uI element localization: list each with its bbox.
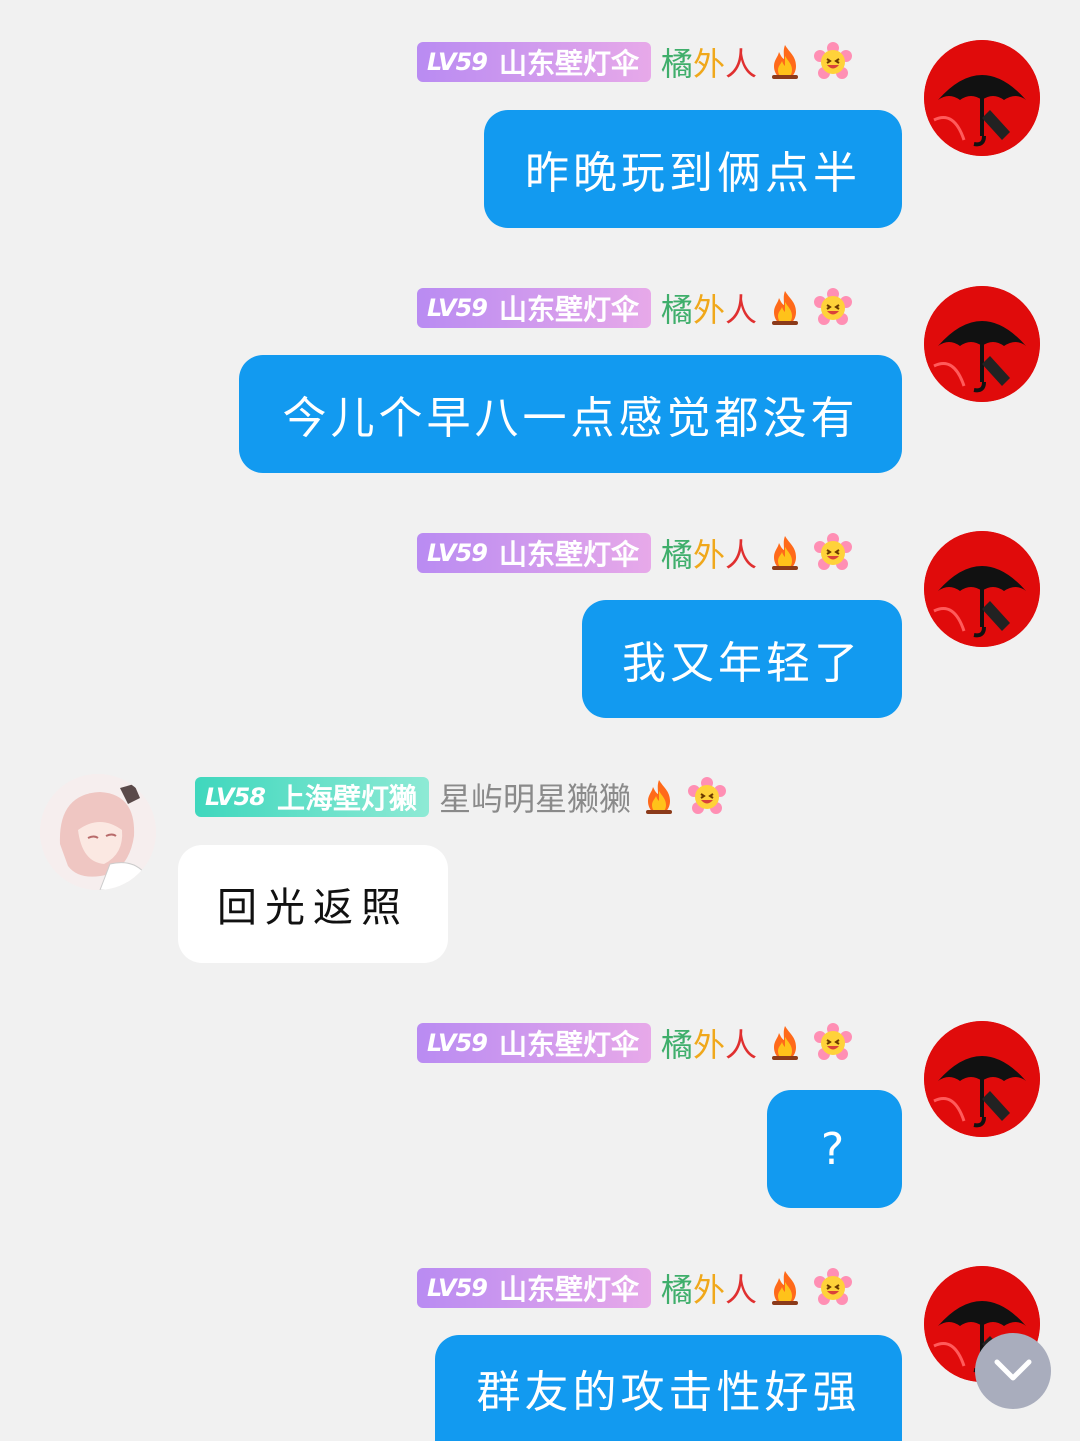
level-label: LV59 (427, 1029, 488, 1057)
level-badge: LV59 山东壁灯伞 (417, 1023, 651, 1063)
level-label: LV59 (427, 294, 488, 322)
sender-meta: LV59 山东壁灯伞 橘外人 (417, 39, 853, 85)
level-label: LV59 (427, 1274, 488, 1302)
smile-flower-icon (813, 1023, 853, 1063)
level-badge: LV59 山东壁灯伞 (417, 533, 651, 573)
avatar[interactable] (924, 286, 1040, 402)
smile-flower-icon (813, 288, 853, 328)
level-label: LV58 (205, 783, 266, 811)
group-title: 山东壁灯伞 (498, 293, 639, 326)
message-bubble[interactable]: 今儿个早八一点感觉都没有 (239, 355, 902, 473)
message-bubble[interactable]: 回光返照 (178, 845, 448, 963)
level-label: LV59 (427, 48, 488, 76)
smile-flower-icon (813, 42, 853, 82)
avatar[interactable] (40, 774, 156, 890)
message-bubble[interactable]: 我又年轻了 (582, 600, 902, 718)
message-bubble[interactable]: 昨晚玩到俩点半 (484, 110, 902, 228)
fire-icon (765, 1023, 805, 1063)
sender-meta: LV58 上海壁灯獭 星屿明星獭獭 (195, 774, 727, 820)
smile-flower-icon (813, 533, 853, 573)
sender-meta: LV59 山东壁灯伞 橘外人 (417, 285, 853, 331)
avatar[interactable] (924, 531, 1040, 647)
sender-meta: LV59 山东壁灯伞 橘外人 (417, 1020, 853, 1066)
level-badge: LV59 山东壁灯伞 (417, 42, 651, 82)
fire-icon (765, 42, 805, 82)
group-title: 山东壁灯伞 (498, 538, 639, 571)
group-title: 山东壁灯伞 (498, 1273, 639, 1306)
message-bubble[interactable]: 群友的攻击性好强 (435, 1335, 902, 1441)
chevron-down-icon (994, 1359, 1032, 1381)
nickname[interactable]: 橘外人 (661, 285, 757, 331)
nickname[interactable]: 橘外人 (661, 530, 757, 576)
message-bubble[interactable]: ? (767, 1090, 902, 1208)
avatar[interactable] (924, 1021, 1040, 1137)
nickname[interactable]: 橘外人 (661, 39, 757, 85)
level-badge: LV58 上海壁灯獭 (195, 777, 429, 817)
avatar[interactable] (924, 40, 1040, 156)
sender-meta: LV59 山东壁灯伞 橘外人 (417, 530, 853, 576)
group-title: 上海壁灯獭 (276, 782, 417, 815)
level-badge: LV59 山东壁灯伞 (417, 288, 651, 328)
level-badge: LV59 山东壁灯伞 (417, 1268, 651, 1308)
nickname[interactable]: 橘外人 (661, 1020, 757, 1066)
fire-icon (639, 777, 679, 817)
smile-flower-icon (687, 777, 727, 817)
smile-flower-icon (813, 1268, 853, 1308)
group-title: 山东壁灯伞 (498, 1028, 639, 1061)
nickname[interactable]: 橘外人 (661, 1265, 757, 1311)
group-title: 山东壁灯伞 (498, 47, 639, 80)
fire-icon (765, 533, 805, 573)
fire-icon (765, 288, 805, 328)
level-label: LV59 (427, 539, 488, 567)
scroll-to-bottom-button[interactable] (975, 1333, 1051, 1409)
nickname[interactable]: 星屿明星獭獭 (439, 774, 631, 820)
fire-icon (765, 1268, 805, 1308)
sender-meta: LV59 山东壁灯伞 橘外人 (417, 1265, 853, 1311)
